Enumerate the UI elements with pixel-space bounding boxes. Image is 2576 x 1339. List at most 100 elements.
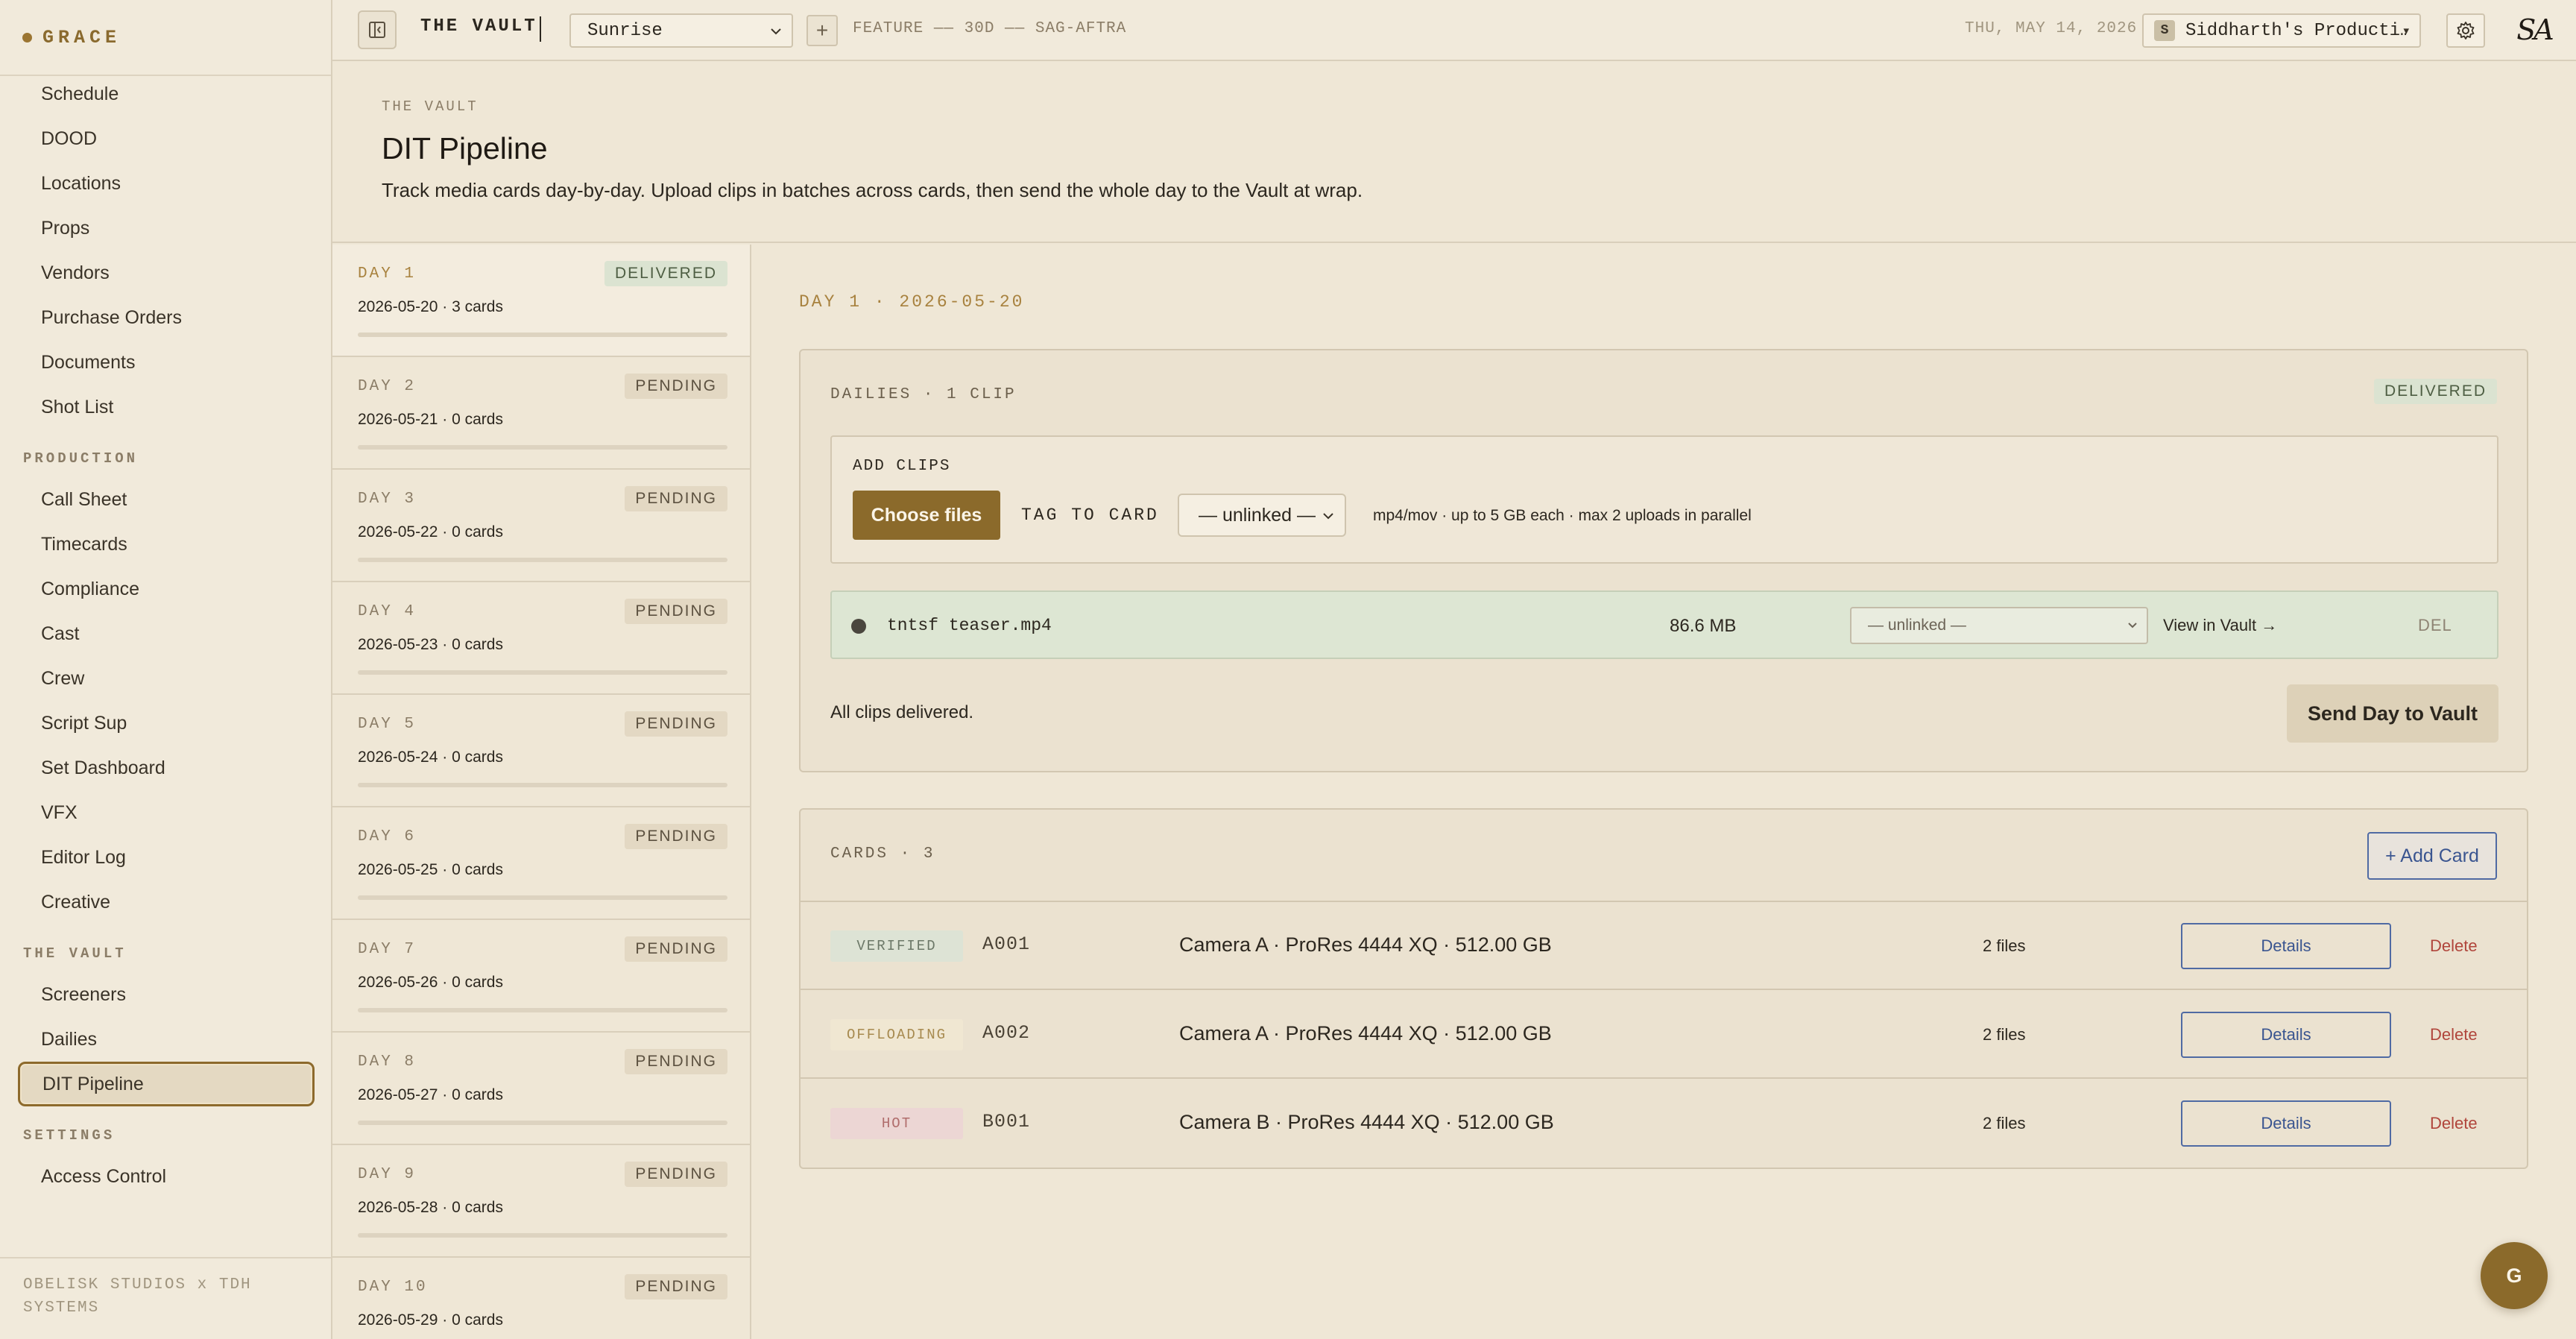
status-badge: VERIFIED: [830, 930, 963, 962]
day-item[interactable]: DAY 3 PENDING 2026-05-22 · 0 cards: [332, 470, 750, 582]
send-day-to-vault-button[interactable]: Send Day to Vault: [2287, 684, 2498, 743]
details-button[interactable]: Details: [2181, 923, 2391, 969]
day-item[interactable]: DAY 8 PENDING 2026-05-27 · 0 cards: [332, 1033, 750, 1145]
status-badge: PENDING: [625, 374, 727, 399]
sidebar-item-dit-pipeline[interactable]: DIT Pipeline: [18, 1062, 315, 1106]
sidebar-item-shot-list[interactable]: Shot List: [0, 385, 331, 429]
project-select-value: Sunrise: [587, 20, 663, 41]
day-meta: 2026-05-27 · 0 cards: [358, 1086, 503, 1103]
day-label: DAY 6: [358, 828, 417, 845]
delete-card-button[interactable]: Delete: [2430, 1114, 2478, 1133]
page-title: DIT Pipeline: [382, 131, 548, 166]
sidebar-item-schedule[interactable]: Schedule: [0, 72, 331, 116]
day-item[interactable]: DAY 6 PENDING 2026-05-25 · 0 cards: [332, 807, 750, 920]
cards-title: CARDS · 3: [830, 845, 935, 863]
details-button[interactable]: Details: [2181, 1012, 2391, 1058]
delete-card-button[interactable]: Delete: [2430, 936, 2478, 956]
sidebar-item-documents[interactable]: Documents: [0, 340, 331, 385]
status-badge: PENDING: [625, 486, 727, 511]
brand-name: GRACE: [42, 26, 121, 48]
day-label: DAY 5: [358, 716, 417, 733]
clip-card-select[interactable]: — unlinked —: [1850, 607, 2148, 644]
day-meta: 2026-05-23 · 0 cards: [358, 636, 503, 653]
sidebar-item-creative[interactable]: Creative: [0, 880, 331, 924]
status-dot-icon: [851, 619, 866, 634]
day-item[interactable]: DAY 9 PENDING 2026-05-28 · 0 cards: [332, 1145, 750, 1258]
day-label: DAY 1: [358, 265, 417, 283]
status-badge: DELIVERED: [2373, 379, 2497, 404]
sidebar-item-timecards[interactable]: Timecards: [0, 522, 331, 567]
chevron-down-icon: [771, 28, 781, 35]
card-file-count: 2 files: [1983, 1025, 2026, 1044]
day-label: DAY 9: [358, 1166, 417, 1183]
tag-to-card-label: TAG TO CARD: [1021, 505, 1159, 525]
delete-clip-button[interactable]: DEL: [2418, 616, 2452, 635]
tag-card-select[interactable]: — unlinked —: [1178, 494, 1346, 537]
status-badge: PENDING: [625, 1049, 727, 1074]
brand-logo[interactable]: GRACE: [22, 22, 121, 52]
day-progress-bar: [358, 895, 727, 900]
table-row: HOT B001 Camera B · ProRes 4444 XQ · 512…: [801, 1080, 2527, 1168]
day-item[interactable]: DAY 10 PENDING 2026-05-29 · 0 cards: [332, 1258, 750, 1339]
status-badge: PENDING: [625, 711, 727, 737]
day-meta: 2026-05-21 · 0 cards: [358, 411, 503, 428]
day-list: DAY 1 DELIVERED 2026-05-20 · 3 cards DAY…: [332, 245, 751, 1339]
day-meta: 2026-05-28 · 0 cards: [358, 1199, 503, 1216]
sidebar-item-vendors[interactable]: Vendors: [0, 251, 331, 295]
sidebar-toggle-button[interactable]: [358, 10, 397, 49]
status-badge: PENDING: [625, 1274, 727, 1299]
org-badge: S: [2154, 20, 2175, 41]
sidebar-item-call-sheet[interactable]: Call Sheet: [0, 477, 331, 522]
day-item[interactable]: DAY 4 PENDING 2026-05-23 · 0 cards: [332, 582, 750, 695]
breadcrumb-section: THE VAULT: [420, 16, 537, 37]
sidebar-item-screeners[interactable]: Screeners: [0, 972, 331, 1017]
sidebar-item-set-dashboard[interactable]: Set Dashboard: [0, 746, 331, 790]
sidebar-item-editor-log[interactable]: Editor Log: [0, 835, 331, 880]
chevron-down-icon: [2128, 623, 2137, 628]
clip-name: tntsf teaser.mp4: [887, 616, 1052, 635]
day-progress-bar: [358, 1008, 727, 1012]
gear-icon: [2457, 22, 2475, 40]
dailies-panel: DAILIES · 1 CLIP DELIVERED ADD CLIPS Cho…: [799, 349, 2528, 772]
details-button[interactable]: Details: [2181, 1100, 2391, 1147]
sidebar-item-purchase-orders[interactable]: Purchase Orders: [0, 295, 331, 340]
clip-row: tntsf teaser.mp4 86.6 MB — unlinked — Vi…: [830, 590, 2498, 659]
day-progress-bar: [358, 445, 727, 450]
day-item[interactable]: DAY 7 PENDING 2026-05-26 · 0 cards: [332, 920, 750, 1033]
status-badge: HOT: [830, 1108, 963, 1139]
sidebar-item-dailies[interactable]: Dailies: [0, 1017, 331, 1062]
day-meta: 2026-05-22 · 0 cards: [358, 523, 503, 541]
sidebar-item-crew[interactable]: Crew: [0, 656, 331, 701]
sidebar-item-locations[interactable]: Locations: [0, 161, 331, 206]
view-in-vault-link[interactable]: View in Vault →: [2163, 616, 2277, 635]
day-item[interactable]: DAY 5 PENDING 2026-05-24 · 0 cards: [332, 695, 750, 807]
add-card-button[interactable]: + Add Card: [2367, 832, 2497, 880]
sidebar-item-cast[interactable]: Cast: [0, 611, 331, 656]
day-meta: 2026-05-24 · 0 cards: [358, 749, 503, 766]
sidebar-item-vfx[interactable]: VFX: [0, 790, 331, 835]
settings-button[interactable]: [2446, 13, 2485, 48]
page-header: THE VAULT DIT Pipeline Track media cards…: [332, 63, 2576, 243]
day-item[interactable]: DAY 1 DELIVERED 2026-05-20 · 3 cards: [332, 245, 750, 357]
project-select[interactable]: Sunrise: [569, 13, 793, 48]
table-row: VERIFIED A001 Camera A · ProRes 4444 XQ …: [801, 902, 2527, 990]
user-avatar[interactable]: SA: [2513, 9, 2555, 51]
sidebar-item-access-control[interactable]: Access Control: [0, 1154, 331, 1199]
assistant-button[interactable]: G: [2481, 1242, 2548, 1309]
card-id: A002: [982, 1022, 1031, 1044]
add-project-button[interactable]: +: [806, 15, 838, 46]
add-clips-title: ADD CLIPS: [853, 458, 951, 475]
day-progress-bar: [358, 1121, 727, 1125]
add-clips-box: ADD CLIPS Choose files TAG TO CARD — unl…: [830, 435, 2498, 564]
delete-card-button[interactable]: Delete: [2430, 1025, 2478, 1045]
sidebar-item-props[interactable]: Props: [0, 206, 331, 251]
sidebar-item-script-sup[interactable]: Script Sup: [0, 701, 331, 746]
choose-files-button[interactable]: Choose files: [853, 491, 1000, 540]
sidebar-item-dood[interactable]: DOOD: [0, 116, 331, 161]
page-description: Track media cards day-by-day. Upload cli…: [382, 179, 1363, 201]
sidebar-item-compliance[interactable]: Compliance: [0, 567, 331, 611]
upload-hint: mp4/mov · up to 5 GB each · max 2 upload…: [1373, 507, 1752, 524]
day-item[interactable]: DAY 2 PENDING 2026-05-21 · 0 cards: [332, 357, 750, 470]
day-progress-bar: [358, 558, 727, 562]
organization-select[interactable]: S Siddharth's Producti… ▾: [2142, 13, 2421, 48]
